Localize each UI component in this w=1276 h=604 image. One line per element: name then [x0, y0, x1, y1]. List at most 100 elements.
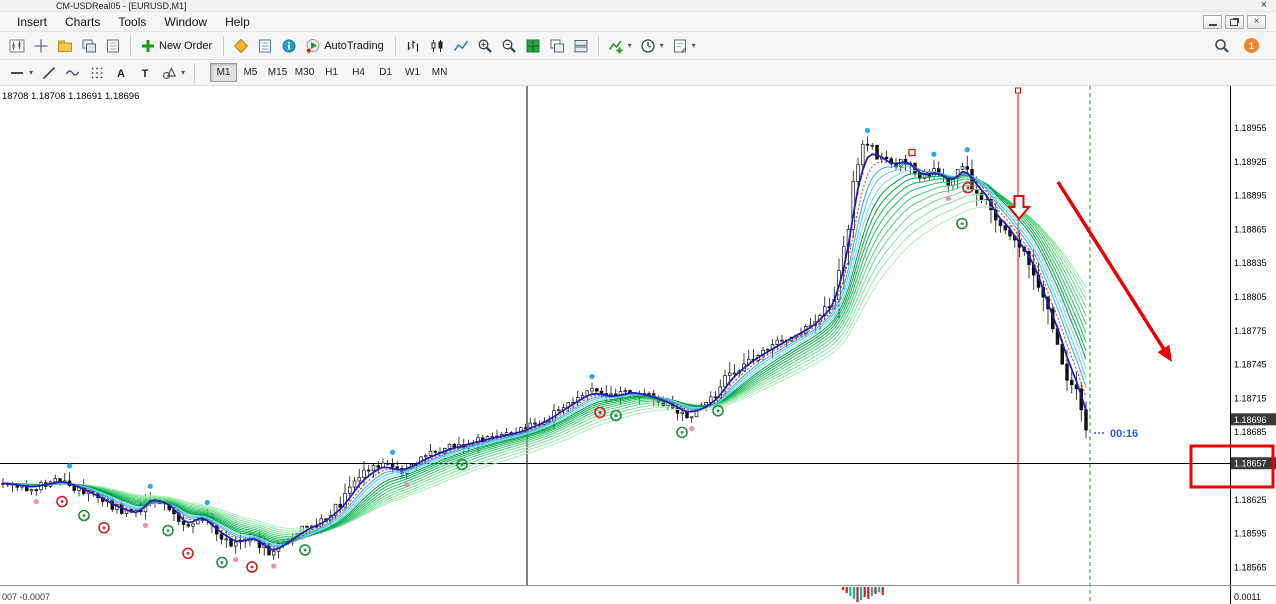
- cursor-line-button[interactable]: ▾: [5, 62, 37, 84]
- open-file-button[interactable]: [53, 35, 77, 57]
- notifications-button[interactable]: 1: [1240, 35, 1263, 57]
- periods-icon: [641, 38, 655, 53]
- candlestick-mode-icon: [431, 39, 443, 52]
- candle-timer: 00:16: [1110, 428, 1138, 440]
- trendline-button[interactable]: [37, 62, 61, 84]
- signal-square: [908, 148, 916, 157]
- tile-windows-button[interactable]: [521, 35, 545, 57]
- channels-icon: [65, 69, 80, 76]
- channels-button[interactable]: [61, 62, 85, 84]
- timeframe-d1[interactable]: D1: [372, 63, 399, 82]
- axis-label: 1.18595: [1234, 529, 1267, 539]
- expert-info-icon: [282, 39, 296, 52]
- shapes-button[interactable]: ▾: [157, 62, 189, 84]
- timeframe-h4[interactable]: H4: [345, 63, 372, 82]
- menu-window[interactable]: Window: [155, 13, 216, 31]
- text-tool-button[interactable]: A: [109, 62, 133, 84]
- indicator-pane: 007 -0.0007 0.0011: [0, 585, 1276, 602]
- timeframe-m5[interactable]: M5: [237, 63, 264, 82]
- search-button[interactable]: [1210, 35, 1234, 57]
- label-tool-button[interactable]: T: [133, 62, 157, 84]
- indicators-button[interactable]: ▾: [604, 35, 636, 57]
- bar-chart-mode-button[interactable]: [401, 35, 425, 57]
- timeframe-mn[interactable]: MN: [426, 63, 453, 82]
- indicators-icon: [608, 40, 623, 53]
- timeframe-m15[interactable]: M15: [264, 63, 291, 82]
- menu-help[interactable]: Help: [216, 13, 259, 31]
- level-lines: [0, 86, 1230, 604]
- profiles-button[interactable]: [77, 35, 101, 57]
- print-preview-button[interactable]: [253, 35, 277, 57]
- chevron-down-icon: ▾: [691, 41, 696, 50]
- axis-label: 1.18865: [1234, 224, 1267, 234]
- menu-tools[interactable]: Tools: [109, 13, 155, 31]
- child-restore-button[interactable]: [1225, 14, 1244, 29]
- chevron-down-icon: ▾: [181, 68, 186, 77]
- search-icon: [1215, 38, 1229, 53]
- autotrading-button[interactable]: AutoTrading: [301, 35, 390, 57]
- market-watch-button[interactable]: [101, 35, 125, 57]
- histogram-bar: [852, 587, 855, 599]
- toolbar-separator: [130, 35, 131, 56]
- menu-insert[interactable]: Insert: [8, 13, 56, 31]
- axis-label: 1.18745: [1234, 360, 1267, 370]
- buy-dot: [945, 195, 951, 202]
- indicator-value-left: 007 -0.0007: [2, 592, 50, 602]
- autotrading-label: AutoTrading: [324, 39, 384, 52]
- print-preview-icon: [259, 39, 272, 52]
- window-close-button[interactable]: ×: [1261, 0, 1267, 11]
- standard-toolbar: New Order AutoTrading ▾ ▾ ▾ 1: [0, 32, 1276, 60]
- expert-info-button[interactable]: [277, 35, 301, 57]
- cascade-windows-icon: [550, 39, 564, 52]
- timeframe-w1[interactable]: W1: [399, 63, 426, 82]
- new-order-button[interactable]: New Order: [136, 35, 218, 57]
- chart-area[interactable]: 18708 1.18708 1.18691 1.18696 00:16 1.1895…: [0, 86, 1276, 604]
- sell-dot: [204, 499, 210, 506]
- periods-button[interactable]: ▾: [636, 35, 668, 57]
- buy-dot: [33, 499, 39, 505]
- metaeditor-button[interactable]: [229, 35, 253, 57]
- toolbar-right-buttons: 1: [1210, 35, 1271, 57]
- price-chart[interactable]: 18708 1.18708 1.18691 1.18696 00:16 1.1895…: [0, 86, 1276, 604]
- current-price-badge: 1.18696: [1234, 415, 1267, 425]
- histogram-bar: [845, 587, 848, 593]
- sell-dot: [147, 483, 153, 489]
- child-close-button[interactable]: ×: [1247, 14, 1266, 29]
- label-tool-icon: T: [142, 68, 149, 80]
- buy-dot: [689, 426, 695, 432]
- zoom-out-icon: [502, 39, 516, 53]
- timeframe-m30[interactable]: M30: [291, 63, 318, 82]
- ma-ribbon: [2, 153, 1087, 551]
- profiles-icon: [82, 39, 96, 52]
- new-chart-button[interactable]: [5, 35, 29, 57]
- zoom-in-button[interactable]: [473, 35, 497, 57]
- toolbar-separator: [597, 35, 599, 56]
- candlestick-mode-button[interactable]: [425, 35, 449, 57]
- line-chart-mode-button[interactable]: [449, 35, 473, 57]
- price-axis[interactable]: 1.18955 1.18925 1.18895 1.18865 1.18835 1.188…: [1189, 123, 1276, 572]
- axis-label: 1.18775: [1234, 326, 1267, 336]
- histogram-bar: [870, 587, 873, 596]
- tile-horizontally-button[interactable]: [569, 35, 593, 57]
- menu-charts[interactable]: Charts: [56, 13, 109, 31]
- histogram-bar: [842, 587, 845, 590]
- open-file-icon: [58, 40, 72, 52]
- line-studies-buttons: ▾ A T ▾: [5, 62, 189, 84]
- timeframe-m1[interactable]: M1: [210, 63, 238, 82]
- quote-line: 18708 1.18708 1.18691 1.18696: [2, 91, 139, 102]
- new-order-label: New Order: [159, 39, 213, 52]
- child-window-controls: ×: [1203, 14, 1276, 29]
- zoom-out-button[interactable]: [497, 35, 521, 57]
- timeframe-h1[interactable]: H1: [318, 63, 345, 82]
- fibonacci-button[interactable]: [85, 62, 109, 84]
- crosshair-mode-button[interactable]: [29, 35, 53, 57]
- child-minimize-button[interactable]: [1203, 14, 1222, 29]
- templates-button[interactable]: ▾: [668, 35, 700, 57]
- buy-dot: [142, 522, 149, 528]
- buy-dot: [233, 557, 239, 563]
- trendline-icon: [43, 66, 56, 79]
- cascade-windows-button[interactable]: [545, 35, 569, 57]
- crosshair-mode-icon: [34, 39, 48, 52]
- chart-texts: 18708 1.18708 1.18691 1.18696 00:16: [2, 91, 1138, 440]
- axis-label: 1.18715: [1234, 393, 1267, 403]
